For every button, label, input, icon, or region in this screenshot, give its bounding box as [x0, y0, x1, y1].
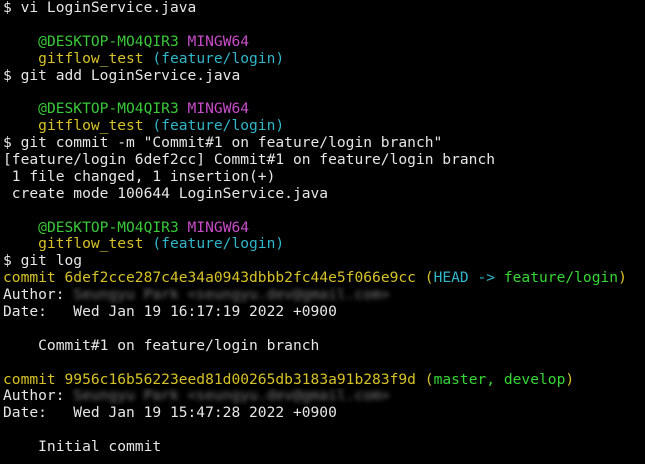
prompt-branch: (feature/login)	[152, 118, 285, 135]
author-redacted: Seungyu Park <seungyu.dev@gmail.com>	[73, 388, 390, 405]
command-line: $ vi LoginService.java	[3, 0, 645, 17]
author-redacted: Seungyu Park <seungyu.dev@gmail.com>	[73, 287, 390, 304]
commit-message: Initial commit	[3, 439, 162, 456]
command-line: $ git add LoginService.java	[3, 68, 645, 85]
commit-output-line: 1 file changed, 1 insertion(+)	[3, 168, 276, 185]
prompt-path: gitflow_test	[38, 50, 144, 67]
date-label: Date:	[3, 405, 74, 422]
prompt-userhost: @DESKTOP-MO4QIR3	[38, 33, 179, 50]
log-date-line: Date: Wed Jan 19 16:17:19 2022 +0900	[3, 304, 645, 321]
commit-hash: 6def2cce287c4e34a0943dbbb2fc44e5f066e9cc	[64, 270, 416, 287]
prompt-line: @DESKTOP-MO4QIR3 MINGW64	[3, 220, 645, 237]
command-line: $ git log	[3, 253, 645, 270]
prompt-path-line: gitflow_test (feature/login)	[3, 51, 645, 68]
commit-label: commit	[3, 270, 65, 287]
log-commit-line: commit 6def2cce287c4e34a0943dbbb2fc44e5f…	[3, 270, 645, 287]
prompt-env: MINGW64	[187, 219, 250, 236]
commit-output-line: [feature/login 6def2cc] Commit#1 on feat…	[3, 152, 496, 169]
command-text: git add LoginService.java	[20, 67, 241, 84]
refs-open: (	[424, 270, 434, 287]
log-commit-line: commit 9956c16b56223eed81d00265db3183a91…	[3, 372, 645, 389]
author-label: Author:	[3, 287, 74, 304]
date-label: Date:	[3, 304, 74, 321]
prompt-path: gitflow_test	[38, 118, 144, 135]
refs-open: (	[424, 371, 434, 388]
log-author-line: Author: Seungyu Park <seungyu.dev@gmail.…	[3, 287, 645, 304]
prompt-userhost: @DESKTOP-MO4QIR3	[38, 219, 179, 236]
prompt-userhost: @DESKTOP-MO4QIR3	[38, 101, 179, 118]
commit-output-line: create mode 100644 LoginService.java	[3, 185, 329, 202]
prompt-env: MINGW64	[187, 101, 250, 118]
prompt-symbol: $	[3, 135, 21, 152]
terminal-window[interactable]: $ vi LoginService.java @DESKTOP-MO4QIR3 …	[0, 0, 645, 464]
prompt-path: gitflow_test	[38, 236, 144, 253]
prompt-path-line: gitflow_test (feature/login)	[3, 118, 645, 135]
commit-hash: 9956c16b56223eed81d00265db3183a91b283f9d	[64, 371, 416, 388]
log-author-line: Author: Seungyu Park <seungyu.dev@gmail.…	[3, 388, 645, 405]
branch-ref: master, develop	[433, 371, 566, 388]
command-text: vi LoginService.java	[20, 0, 197, 16]
prompt-symbol: $	[3, 253, 21, 270]
author-label: Author:	[3, 388, 74, 405]
commit-label: commit	[3, 371, 65, 388]
prompt-line: @DESKTOP-MO4QIR3 MINGW64	[3, 34, 645, 51]
prompt-symbol: $	[3, 0, 21, 16]
branch-ref: feature/login	[503, 270, 619, 287]
prompt-symbol: $	[3, 67, 21, 84]
command-line: $ git commit -m "Commit#1 on feature/log…	[3, 135, 645, 152]
refs-close: )	[618, 270, 627, 287]
head-ref: HEAD ->	[433, 270, 504, 287]
prompt-branch: (feature/login)	[152, 236, 285, 253]
prompt-line: @DESKTOP-MO4QIR3 MINGW64	[3, 101, 645, 118]
log-date-line: Date: Wed Jan 19 15:47:28 2022 +0900	[3, 405, 645, 422]
commit-date: Wed Jan 19 16:17:19 2022 +0900	[73, 304, 337, 321]
command-text: git log	[20, 253, 83, 270]
prompt-path-line: gitflow_test (feature/login)	[3, 236, 645, 253]
commit-message: Commit#1 on feature/login branch	[3, 337, 320, 354]
prompt-branch: (feature/login)	[152, 50, 285, 67]
refs-close: )	[565, 371, 575, 388]
commit-date: Wed Jan 19 15:47:28 2022 +0900	[73, 405, 337, 422]
command-text: git commit -m "Commit#1 on feature/login…	[20, 135, 443, 152]
prompt-env: MINGW64	[187, 33, 250, 50]
